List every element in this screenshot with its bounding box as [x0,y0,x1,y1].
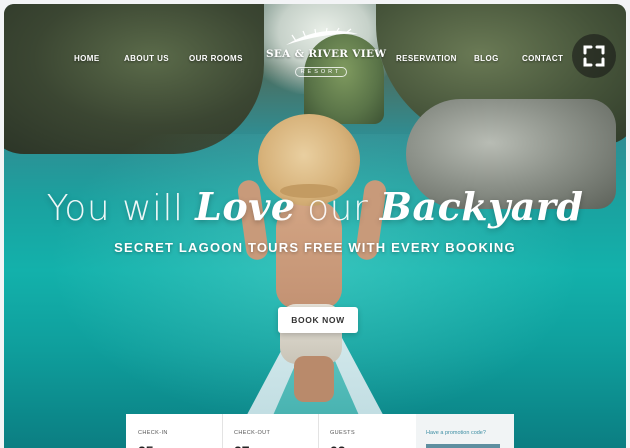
main-navigation: HOME ABOUT US OUR ROOMS SEA & RIVER VIEW… [4,4,626,84]
site-logo[interactable]: SEA & RIVER VIEW RESORT [266,26,387,78]
headline-text-3: our [307,188,369,229]
hero-section: You will Love our Backyard SECRET LAGOON… [4,184,626,255]
hero-headline: You will Love our Backyard [4,184,626,230]
hero-tagline: SECRET LAGOON TOURS FREE WITH EVERY BOOK… [114,240,516,255]
guests-label: GUESTS [330,430,356,436]
nav-about-us[interactable]: ABOUT US [124,54,169,63]
logo-title: SEA & RIVER VIEW [266,48,387,60]
checkout-value: 27 [234,444,250,448]
promo-code-section: Have a promotion code? [416,414,514,448]
checkout-label: CHECK-OUT [234,430,271,436]
promo-label: Have a promotion code? [426,430,486,436]
nav-contact[interactable]: CONTACT [522,54,563,63]
booking-bar: CHECK-IN 25 CHECK-OUT 27 GUESTS 02 Have … [126,414,514,448]
nav-reservation[interactable]: RESERVATION [396,54,457,63]
logo-subtitle: RESORT [294,67,348,77]
headline-text-4: Backyard [379,184,584,229]
guests-value: 02 [330,444,346,448]
website-screenshot: HOME ABOUT US OUR ROOMS SEA & RIVER VIEW… [4,4,626,448]
checkin-field[interactable]: CHECK-IN 25 [126,414,223,448]
nav-home[interactable]: HOME [74,54,100,63]
promo-code-input[interactable] [426,444,500,448]
checkin-label: CHECK-IN [138,430,168,436]
expand-button[interactable] [572,34,616,78]
headline-text-1: You will [46,188,184,229]
nav-blog[interactable]: BLOG [474,54,499,63]
checkout-field[interactable]: CHECK-OUT 27 [222,414,319,448]
checkin-value: 25 [138,444,154,448]
palm-leaf-icon [286,27,358,45]
nav-our-rooms[interactable]: OUR ROOMS [189,54,243,63]
book-now-button[interactable]: BOOK NOW [278,307,358,333]
guests-field[interactable]: GUESTS 02 [318,414,417,448]
headline-text-2: Love [195,184,296,229]
expand-icon [583,45,605,67]
